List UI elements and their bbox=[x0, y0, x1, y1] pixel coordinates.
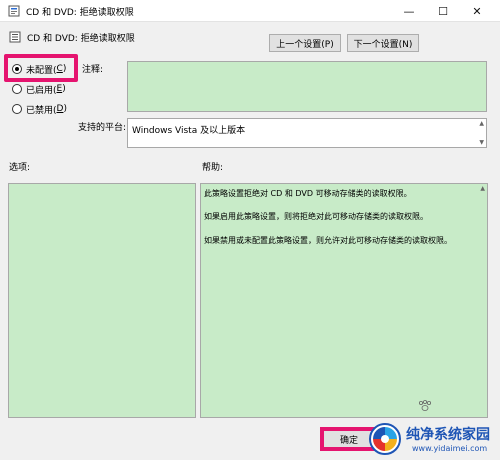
scroll-up-icon[interactable]: ▲ bbox=[479, 120, 484, 127]
help-paragraph: 如果禁用或未配置此策略设置，则允许对此可移动存储类的读取权限。 bbox=[204, 236, 452, 245]
radio-disabled[interactable]: 已禁用(D) bbox=[12, 102, 67, 116]
radio-dot bbox=[12, 84, 22, 94]
previous-setting-button[interactable]: 上一个设置(P) bbox=[269, 34, 341, 52]
comment-textarea[interactable] bbox=[127, 61, 487, 112]
next-setting-button[interactable]: 下一个设置(N) bbox=[347, 34, 419, 52]
radio-enabled[interactable]: 已启用(E) bbox=[12, 82, 66, 96]
supported-platform-value: Windows Vista 及以上版本 bbox=[132, 126, 246, 136]
watermark: 纯净系统家园 www.yidaimei.com bbox=[368, 420, 498, 458]
supported-platform-field: Windows Vista 及以上版本 ▲ ▼ bbox=[127, 118, 487, 148]
paw-icon bbox=[418, 400, 431, 411]
watermark-url: www.yidaimei.com bbox=[412, 444, 488, 453]
options-pane bbox=[8, 183, 196, 418]
watermark-name: 纯净系统家园 bbox=[406, 427, 490, 443]
radio-dot bbox=[12, 104, 22, 114]
close-icon: ✕ bbox=[472, 4, 482, 18]
policy-title: CD 和 DVD: 拒绝读取权限 bbox=[27, 34, 135, 44]
radio-label: 已启用( bbox=[26, 85, 57, 96]
scroll-up-icon[interactable]: ▲ bbox=[480, 185, 485, 192]
policy-setting-icon bbox=[9, 31, 21, 43]
close-button[interactable]: ✕ bbox=[454, 0, 500, 22]
help-label: 帮助: bbox=[202, 163, 224, 173]
options-label: 选项: bbox=[9, 163, 31, 173]
minimize-icon: — bbox=[403, 4, 415, 18]
policy-app-icon bbox=[8, 5, 20, 17]
radio-label: 已禁用( bbox=[26, 105, 57, 116]
help-paragraph: 如果启用此策略设置，则将拒绝对此可移动存储类的读取权限。 bbox=[204, 212, 428, 221]
scroll-down-icon[interactable]: ▼ bbox=[479, 139, 484, 146]
window-title: CD 和 DVD: 拒绝读取权限 bbox=[26, 8, 134, 18]
annotation-highlight-not-configured bbox=[4, 54, 78, 82]
help-paragraph: 此策略设置拒绝对 CD 和 DVD 可移动存储类的读取权限。 bbox=[204, 189, 412, 198]
radio-label-tail: ) bbox=[62, 84, 66, 94]
help-pane: 此策略设置拒绝对 CD 和 DVD 可移动存储类的读取权限。 如果启用此策略设置… bbox=[200, 183, 488, 418]
supported-platform-label: 支持的平台: bbox=[78, 123, 127, 133]
radio-label-tail: ) bbox=[63, 104, 67, 114]
title-bar: CD 和 DVD: 拒绝读取权限 — ☐ ✕ bbox=[0, 0, 500, 22]
ok-button-label: 确定 bbox=[340, 435, 359, 446]
comment-label: 注释: bbox=[82, 65, 104, 75]
radio-accesskey: D bbox=[56, 104, 64, 114]
maximize-icon: ☐ bbox=[438, 4, 448, 18]
watermark-logo-icon bbox=[369, 423, 401, 455]
